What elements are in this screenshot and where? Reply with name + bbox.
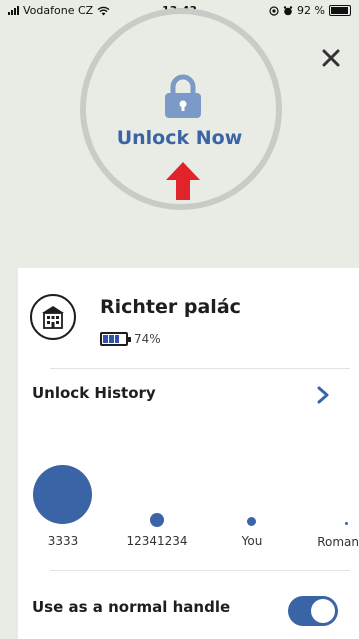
close-button[interactable] (317, 44, 345, 72)
history-bubble-3333[interactable] (33, 465, 92, 524)
lock-details-card: Richter palác 74% Unlock History 3333 12… (18, 268, 359, 639)
unlock-now-label[interactable]: Unlock Now (0, 127, 359, 149)
history-bubble-12341234[interactable] (150, 513, 164, 527)
divider (50, 570, 350, 571)
normal-handle-toggle[interactable] (288, 596, 338, 626)
divider (50, 368, 350, 369)
battery-percent-status: 92 % (297, 4, 325, 17)
unlock-history-title: Unlock History (32, 384, 156, 402)
arrow-up-icon (166, 162, 200, 200)
history-label-roman: Roman (317, 535, 359, 549)
status-right: 92 % (269, 4, 351, 17)
building-avatar (30, 294, 76, 340)
normal-handle-row: Use as a normal handle (18, 590, 359, 630)
unlock-history-row[interactable]: Unlock History (18, 372, 359, 416)
device-battery: 74% (100, 332, 161, 346)
history-label-3333: 3333 (47, 534, 79, 548)
alarm-icon (283, 5, 293, 15)
normal-handle-label: Use as a normal handle (32, 598, 231, 616)
building-icon (42, 306, 64, 329)
history-label-12341234: 12341234 (126, 534, 188, 548)
battery-icon (329, 5, 351, 16)
device-battery-percent: 74% (134, 332, 161, 346)
lock-icon (165, 74, 201, 118)
close-icon (322, 49, 340, 67)
history-bubble-you[interactable] (247, 517, 256, 526)
chevron-right-icon[interactable] (316, 386, 330, 404)
device-battery-icon (100, 332, 131, 346)
toggle-knob (311, 599, 335, 623)
orientation-lock-icon (269, 5, 279, 16)
place-name: Richter palác (100, 296, 241, 318)
history-bubble-roman[interactable] (345, 522, 348, 525)
